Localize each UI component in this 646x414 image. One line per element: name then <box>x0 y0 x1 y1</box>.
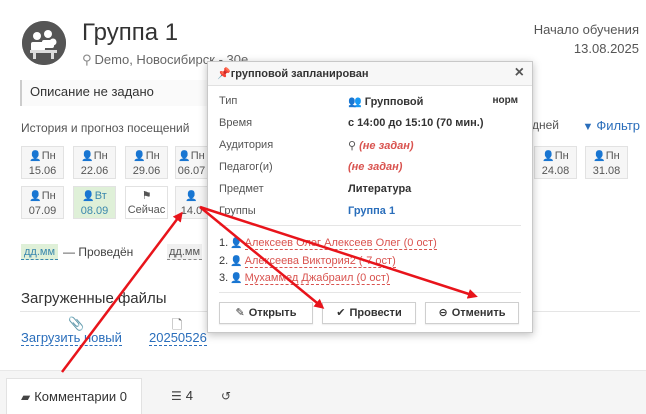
calendar-day-cell[interactable]: 👤 14.0 <box>175 186 208 219</box>
minus-circle-icon: ⊖ <box>438 307 448 319</box>
files-section-title: Загруженные файлы <box>21 290 167 307</box>
history-icon: ↺ <box>221 389 232 403</box>
calendar-day-cell[interactable]: 👤Пн 22.06 <box>73 146 116 179</box>
history-label: История и прогноз посещений <box>21 121 190 135</box>
user-icon: 👤 <box>230 273 243 284</box>
popup-subject-value: Литература <box>348 183 412 195</box>
location-text: Demo, Новосибирск <box>94 52 215 67</box>
legend-conducted-chip: дд.мм <box>21 244 58 260</box>
flag-icon: ⚑ <box>141 190 152 202</box>
upload-file-link[interactable]: Загрузить новый <box>21 331 122 346</box>
tab-history[interactable]: ↺ <box>207 378 249 414</box>
calendar-day-cell[interactable]: 👤Пн 31.08 <box>585 146 628 179</box>
popup-divider <box>219 292 521 293</box>
popup-time-value: с 14:00 до 15:10 (70 мин.) <box>348 117 484 129</box>
comment-icon: ▰ <box>21 390 31 404</box>
popup-row-label: Предмет <box>219 183 264 195</box>
popup-title: 📌групповой запланирован <box>217 68 369 80</box>
popup-row-label: Аудитория <box>219 139 274 151</box>
popup-teacher-value: (не задан) <box>348 161 403 173</box>
cancel-lesson-button[interactable]: ⊖ Отменить <box>425 302 519 324</box>
legend-conducted-text: — Проведён <box>63 245 134 259</box>
map-marker-icon: ⚲ <box>348 140 357 152</box>
user-icon: 👤 <box>29 191 42 202</box>
pin-icon: 📌 <box>217 68 231 80</box>
calendar-day-cell[interactable]: 👤Пн 15.06 <box>21 146 64 179</box>
calendar-day-cell[interactable]: 👤Пн 24.08 <box>534 146 577 179</box>
student-item[interactable]: 1. 👤 Алексеев Олег Алексеев Олег (0 ост) <box>219 237 437 250</box>
user-icon: 👤 <box>593 151 606 162</box>
popup-type-value: 👥 Групповой <box>348 96 424 108</box>
file-link[interactable]: 20250526 <box>149 331 207 346</box>
open-lesson-button[interactable]: ✎ Открыть <box>219 302 313 324</box>
lesson-popup: 📌групповой запланирован × Тип 👥 Группово… <box>207 61 533 333</box>
user-icon: 👤 <box>133 151 146 162</box>
popup-row-label: Время <box>219 117 253 129</box>
page-title: Группа 1 <box>82 19 179 46</box>
user-icon: 👤 <box>178 151 191 162</box>
user-icon: 👤 <box>230 256 243 267</box>
student-item[interactable]: 3. 👤 Мухаммед Джабраил (0 ост) <box>219 272 390 285</box>
group-description: Описание не задано <box>20 80 220 106</box>
popup-room-value: ⚲ (не задан) <box>348 140 414 152</box>
popup-row-label: Тип <box>219 95 238 107</box>
user-icon: 👤 <box>230 238 243 249</box>
map-marker-icon: ⚲ <box>82 52 92 67</box>
users-icon: 👥 <box>348 96 362 108</box>
user-icon: 👤 <box>542 151 555 162</box>
calendar-day-cell[interactable]: 👤Пн 29.06 <box>125 146 168 179</box>
list-icon: ☰ <box>171 389 182 403</box>
student-item[interactable]: 2. 👤 Алексеева Виктория2 (-7 ост) <box>219 255 396 268</box>
calendar-now-cell[interactable]: ⚑ Сейчас <box>125 186 168 219</box>
conduct-lesson-button[interactable]: ✔ Провести <box>322 302 416 324</box>
user-icon: 👤 <box>81 151 94 162</box>
edit-icon: ✎ <box>235 307 245 319</box>
days-label: дней <box>532 118 560 132</box>
study-start-date: 13.08.2025 <box>573 41 639 56</box>
popup-norm-label: норм <box>492 95 518 106</box>
tab-comments[interactable]: ▰ Комментарии 0 <box>6 378 142 414</box>
user-icon: 👤 <box>185 191 198 202</box>
close-icon[interactable]: × <box>515 64 524 82</box>
filter-label: Фильтр <box>596 118 640 133</box>
calendar-day-cell[interactable]: 👤Пн 06.07 <box>175 146 208 179</box>
popup-row-label: Группы <box>219 205 256 217</box>
filter-button[interactable]: ▼ Фильтр <box>582 118 640 133</box>
legend-planned-chip: дд.мм <box>167 244 202 260</box>
tab-list[interactable]: ☰ 4 <box>157 378 207 414</box>
group-avatar <box>22 21 66 65</box>
popup-divider <box>219 225 521 226</box>
check-icon: ✔ <box>336 307 346 319</box>
user-icon: 👤 <box>82 191 95 202</box>
filter-icon: ▼ <box>582 121 594 133</box>
calendar-day-cell-conducted[interactable]: 👤Вт 08.09 <box>73 186 116 219</box>
group-people-icon <box>22 21 66 65</box>
study-start-label: Начало обучения <box>533 22 639 37</box>
calendar-day-cell[interactable]: 👤Пн 07.09 <box>21 186 64 219</box>
user-icon: 👤 <box>29 151 42 162</box>
popup-group-link[interactable]: Группа 1 <box>348 205 395 217</box>
popup-row-label: Педагог(и) <box>219 161 273 173</box>
